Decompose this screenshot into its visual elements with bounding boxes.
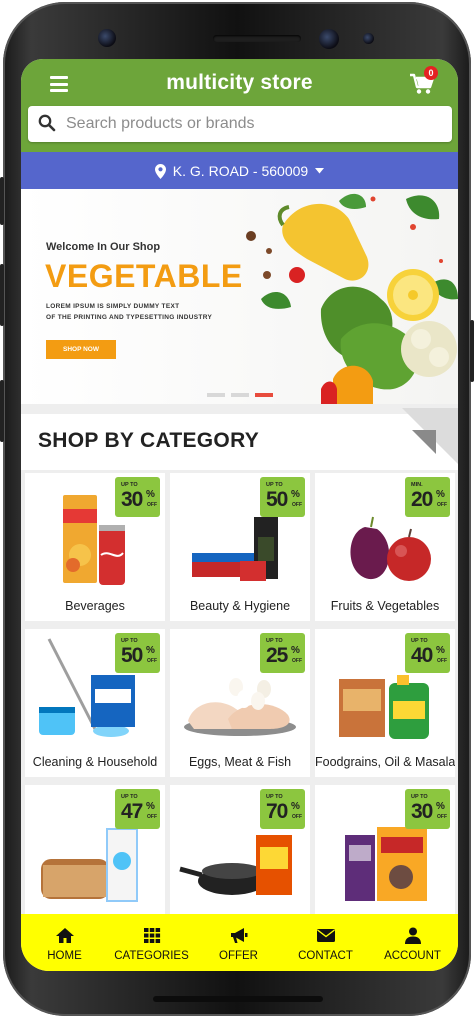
bottom-navigation: HOME CATEGORIES OFFER CONTACT ACCOUNT (21, 914, 458, 971)
nav-account-label: ACCOUNT (384, 950, 441, 962)
app-screen: multicity store 0 K. G. RO (21, 59, 458, 971)
phone-camera (319, 29, 339, 49)
category-label: Fruits & Vegetables (330, 599, 440, 613)
discount-badge: UP TO 25 % OFF (260, 633, 305, 673)
category-tile-cleaning-household[interactable]: UP TO 50 % OFF Cleaning & Household (25, 629, 165, 777)
banner-subtitle-line2: OF THE PRINTING AND TYPESETTING INDUSTRY (46, 314, 213, 321)
category-tile-beauty-hygiene[interactable]: UP TO 50 % OFF Beauty & Hygiene (170, 473, 310, 621)
banner-subtitle: LOREM IPSUM IS SIMPLY DUMMY TEXT OF THE … (46, 301, 256, 323)
phone-bottom-edge (153, 996, 323, 1002)
nav-contact-label: CONTACT (298, 950, 353, 962)
discount-badge: UP TO 30 % OFF (405, 789, 450, 829)
nav-offer[interactable]: OFFER (195, 914, 282, 971)
banner-title: VEGETABLE (45, 258, 243, 294)
discount-badge: MIN. 20 % OFF (405, 477, 450, 517)
caret-down-icon (315, 168, 325, 174)
discount-badge: UP TO 70 % OFF (260, 789, 305, 829)
map-pin-icon (154, 163, 166, 179)
category-label: Beverages (65, 599, 125, 613)
banner-welcome-text: Welcome In Our Shop (46, 241, 161, 253)
category-label: Cleaning & Household (32, 755, 158, 769)
category-tile-kitchen[interactable]: UP TO 70 % OFF (170, 785, 310, 933)
location-label: K. G. ROAD - 560009 (172, 162, 309, 179)
app-title: multicity store (166, 71, 313, 94)
phone-front-camera (98, 29, 116, 47)
discount-badge: UP TO 40 % OFF (405, 633, 450, 673)
vegetables-image (21, 189, 458, 404)
category-label: Eggs, Meat & Fish (188, 755, 292, 769)
megaphone-icon (231, 928, 248, 943)
category-section-header: SHOP BY CATEGORY (21, 408, 458, 470)
envelope-icon (317, 929, 335, 942)
app-header: multicity store 0 (21, 59, 458, 152)
corner-fold-icon (402, 408, 458, 464)
location-selector[interactable]: K. G. ROAD - 560009 (21, 152, 458, 189)
phone-sensor (363, 33, 374, 44)
phone-power-button (470, 320, 474, 382)
nav-categories-label: CATEGORIES (114, 950, 189, 962)
nav-contact[interactable]: CONTACT (282, 914, 369, 971)
carousel-dot-1[interactable] (207, 393, 225, 397)
banner-subtitle-line1: LOREM IPSUM IS SIMPLY DUMMY TEXT (46, 303, 180, 310)
phone-frame: multicity store 0 K. G. RO (0, 2, 474, 1016)
discount-badge: UP TO 30 % OFF (115, 477, 160, 517)
phone-speaker (213, 35, 301, 42)
cart-count-badge: 0 (424, 66, 438, 80)
discount-badge: UP TO 50 % OFF (115, 633, 160, 673)
home-icon (56, 928, 74, 943)
shop-now-button[interactable]: SHOP NOW (46, 340, 116, 359)
search-bar (28, 106, 452, 142)
user-icon (405, 927, 421, 944)
phone-volume-down-button (0, 380, 4, 442)
nav-categories[interactable]: CATEGORIES (108, 914, 195, 971)
phone-volume-up-button (0, 264, 4, 326)
nav-home[interactable]: HOME (21, 914, 108, 971)
promo-banner[interactable]: Welcome In Our Shop VEGETABLE LOREM IPSU… (21, 189, 458, 404)
carousel-dot-2[interactable] (231, 393, 249, 397)
discount-badge: UP TO 47 % OFF (115, 789, 160, 829)
category-tile-eggs-meat-fish[interactable]: UP TO 25 % OFF Eggs, Meat & Fish (170, 629, 310, 777)
category-tile-foodgrains-oil-masala[interactable]: UP TO 40 % OFF Foodgrains, Oil & Masala (315, 629, 455, 777)
nav-account[interactable]: ACCOUNT (369, 914, 456, 971)
grid-icon (144, 928, 161, 943)
search-icon (38, 114, 56, 132)
nav-home-label: HOME (47, 950, 82, 962)
carousel-dot-3[interactable] (255, 393, 273, 397)
category-label: Foodgrains, Oil & Masala (315, 755, 455, 769)
search-input[interactable] (66, 110, 436, 138)
phone-side-button (0, 177, 4, 225)
discount-badge: UP TO 50 % OFF (260, 477, 305, 517)
nav-offer-label: OFFER (219, 950, 258, 962)
category-section-title: SHOP BY CATEGORY (38, 429, 260, 452)
category-label: Beauty & Hygiene (189, 599, 291, 613)
category-tile-fruits-vegetables[interactable]: MIN. 20 % OFF Fruits & Vegetables (315, 473, 455, 621)
category-tile-beverages[interactable]: UP TO 30 % OFF Beverages (25, 473, 165, 621)
category-tile-snacks[interactable]: UP TO 30 % OFF (315, 785, 455, 933)
category-tile-bakery[interactable]: UP TO 47 % OFF (25, 785, 165, 933)
